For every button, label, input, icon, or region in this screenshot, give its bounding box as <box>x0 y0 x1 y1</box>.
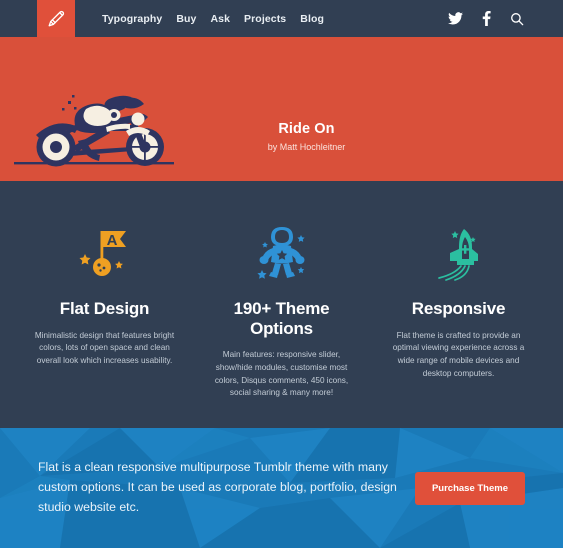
site-logo[interactable] <box>37 0 75 37</box>
purchase-theme-button[interactable]: Purchase Theme <box>414 471 525 505</box>
nav-link-projects[interactable]: Projects <box>244 13 286 25</box>
feature-title: 190+ Theme Options <box>233 299 330 338</box>
hero-slider: Ride On by Matt Hochleitner <box>0 37 563 181</box>
feature-flat-design: A Flat Design Minimalistic design that f… <box>16 219 193 428</box>
theme-preview-page: Typography Buy Ask Projects Blog Ride On… <box>0 0 563 548</box>
svg-text:A: A <box>106 232 117 249</box>
hero-byline: by Matt Hochleitner <box>267 142 346 153</box>
social-and-search <box>448 0 524 37</box>
feature-description: Flat theme is crafted to provide an opti… <box>392 330 525 378</box>
feature-responsive: Responsive Flat theme is crafted to prov… <box>370 219 547 428</box>
pencil-icon <box>45 8 67 30</box>
search-icon[interactable] <box>510 12 524 26</box>
purchase-cta-section: Flat is a clean responsive multipurpose … <box>0 428 563 548</box>
top-navigation-bar: Typography Buy Ask Projects Blog <box>0 0 563 37</box>
feature-description: Minimalistic design that features bright… <box>34 330 175 365</box>
nav-link-ask[interactable]: Ask <box>210 13 230 25</box>
flag-planet-icon: A <box>28 219 181 281</box>
features-section: A Flat Design Minimalistic design that f… <box>0 181 563 428</box>
nav-link-blog[interactable]: Blog <box>300 13 324 25</box>
hero-title: Ride On <box>278 121 335 137</box>
feature-title: Responsive <box>411 299 506 318</box>
nav-link-typography[interactable]: Typography <box>102 13 162 25</box>
twitter-icon[interactable] <box>448 12 463 25</box>
hero-caption: Ride On by Matt Hochleitner <box>0 121 563 152</box>
facebook-icon[interactable] <box>482 11 491 26</box>
cta-description: Flat is a clean responsive multipurpose … <box>38 460 397 514</box>
astronaut-icon <box>205 219 358 281</box>
primary-nav: Typography Buy Ask Projects Blog <box>102 0 324 37</box>
cta-content: Flat is a clean responsive multipurpose … <box>0 458 563 518</box>
nav-link-buy[interactable]: Buy <box>176 13 196 25</box>
rocket-icon <box>382 219 535 281</box>
feature-theme-options: 190+ Theme Options Main features: respon… <box>193 219 370 428</box>
feature-description: Main features: responsive slider, show/h… <box>214 350 349 398</box>
feature-title: Flat Design <box>59 299 150 318</box>
